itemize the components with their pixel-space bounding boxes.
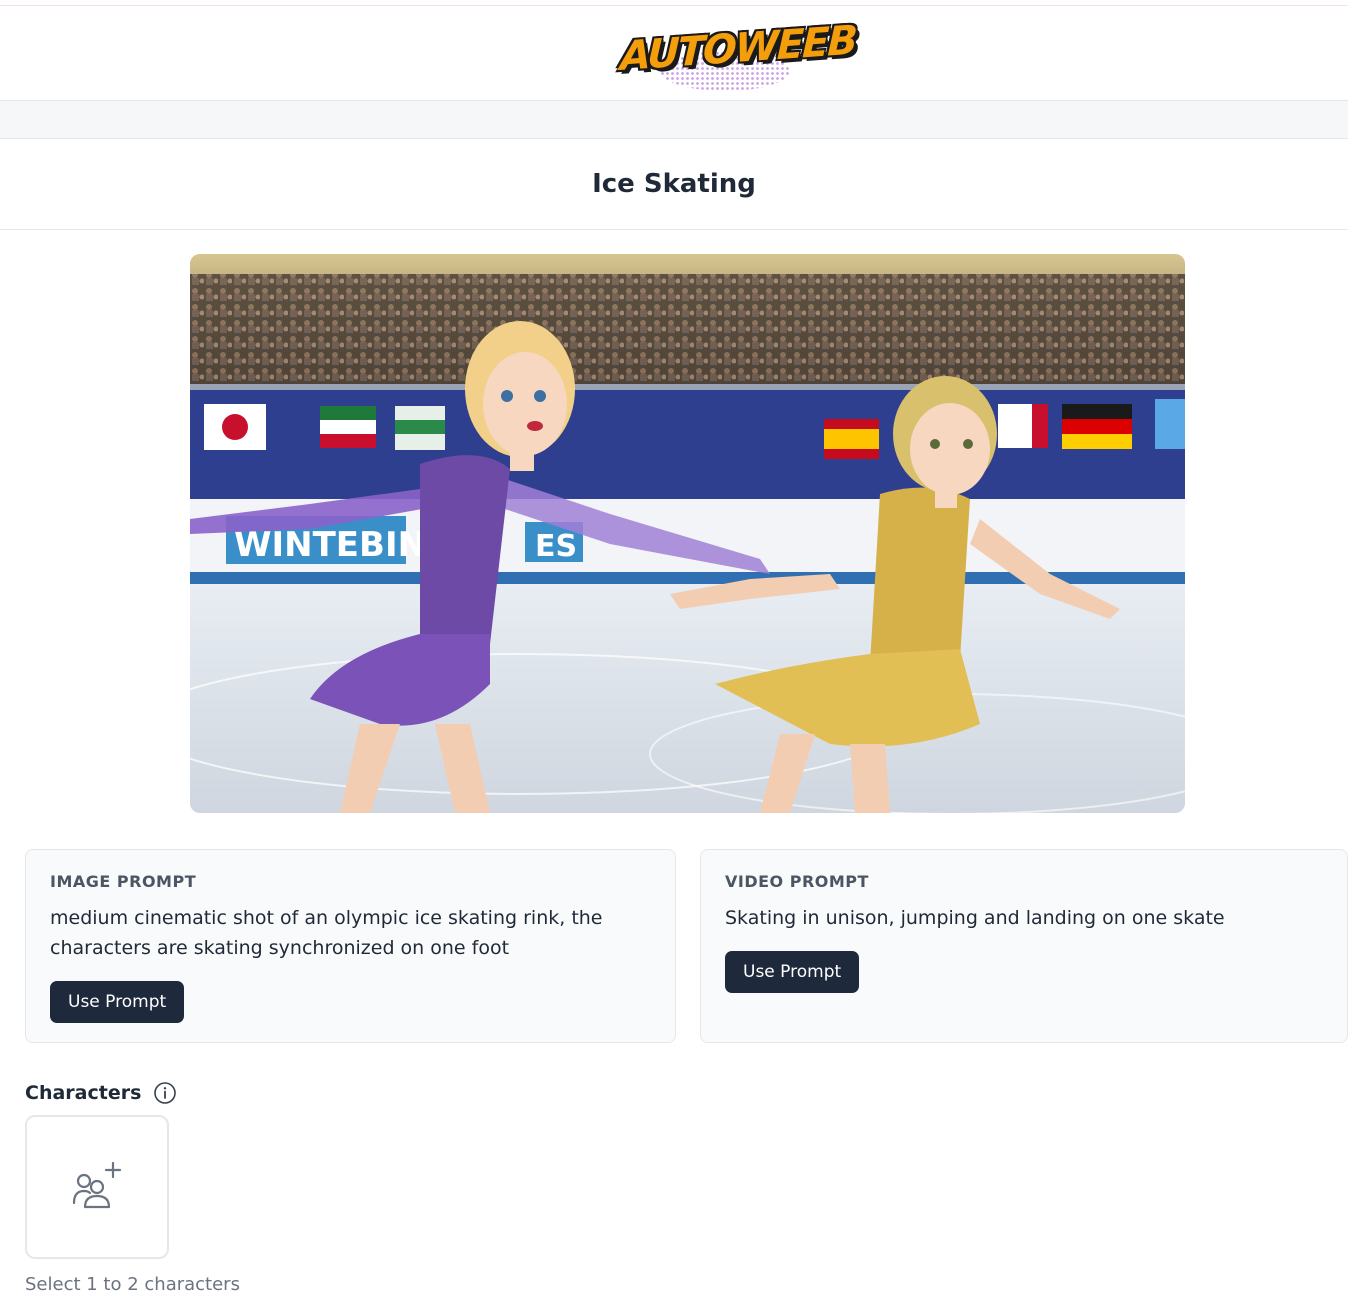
page-title: Ice Skating: [592, 169, 756, 199]
subheader-band: [0, 101, 1348, 139]
add-user-group-icon: [71, 1161, 123, 1213]
site-header: AUTOWEEB: [0, 6, 1348, 101]
rink-banner-text: WINTEBIN: [234, 525, 426, 565]
image-prompt-card: IMAGE PROMPT medium cinematic shot of an…: [25, 849, 676, 1043]
video-prompt-card: VIDEO PROMPT Skating in unison, jumping …: [700, 849, 1348, 1043]
use-image-prompt-button[interactable]: Use Prompt: [50, 981, 185, 1023]
characters-title: Characters: [25, 1082, 142, 1104]
autoweeb-logo[interactable]: AUTOWEEB: [619, 13, 857, 93]
image-prompt-label: IMAGE PROMPT: [50, 872, 197, 891]
add-character-button[interactable]: [25, 1115, 169, 1259]
rink-banner-text-right: ES: [535, 529, 577, 564]
title-bar: Ice Skating: [0, 139, 1348, 230]
characters-header: Characters: [25, 1081, 177, 1105]
logo-text: AUTOWEEB: [619, 17, 857, 81]
characters-helper-text: Select 1 to 2 characters: [25, 1274, 240, 1295]
hero-illustration: WINTEBIN ES: [190, 254, 1185, 813]
video-prompt-label: VIDEO PROMPT: [725, 872, 869, 891]
hero-image: WINTEBIN ES: [190, 254, 1185, 813]
info-icon[interactable]: [153, 1081, 177, 1105]
video-prompt-text: Skating in unison, jumping and landing o…: [725, 907, 1225, 929]
use-video-prompt-button[interactable]: Use Prompt: [725, 951, 860, 993]
image-prompt-text: medium cinematic shot of an olympic ice …: [50, 907, 603, 959]
